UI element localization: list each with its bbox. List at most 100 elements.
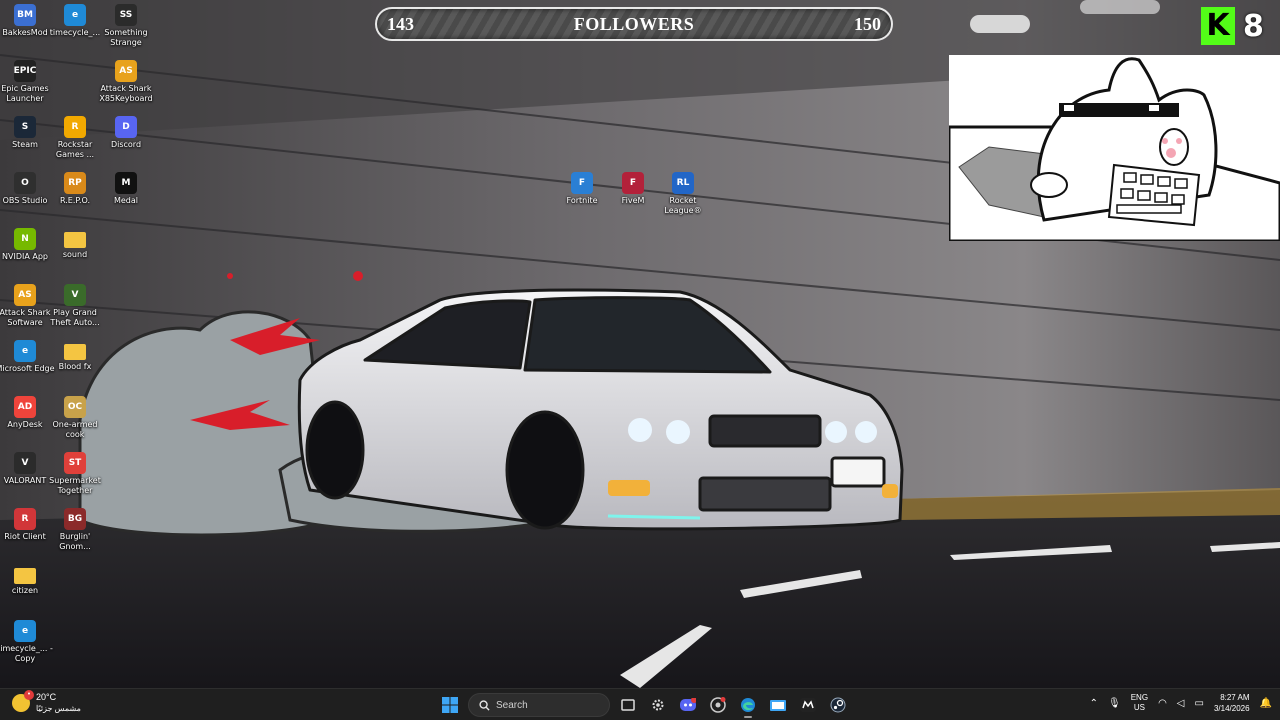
desktop-icon-blood-fx[interactable]: Blood fx <box>50 336 100 390</box>
desktop-icon-timecycle[interactable]: e timecycle_... <box>50 0 100 54</box>
desktop-icon-something-strange[interactable]: SS Something Strange <box>101 0 151 54</box>
medal-icon <box>800 698 816 712</box>
keyboard-region: US <box>1133 703 1145 712</box>
desktop-icon-one-armed-cook[interactable]: OC One-armed cook <box>50 392 100 446</box>
desktop-icon-epic-games-launcher[interactable]: EPIC Epic Games Launcher <box>0 56 50 110</box>
desktop-icon-label: timecycle_... - Copy <box>0 644 53 663</box>
one-armed-cook-icon: OC <box>64 396 86 418</box>
steam-icon <box>830 697 846 713</box>
desktop-icon-label: Burglin' Gnom... <box>59 532 91 551</box>
microsoft-edge-icon: e <box>14 340 36 362</box>
task-view-button[interactable] <box>616 693 640 717</box>
desktop-icon-attack-shark-software[interactable]: AS Attack Shark Software <box>0 280 51 334</box>
desktop-icon-nvidia-app[interactable]: N NVIDIA App <box>0 224 50 278</box>
notification-bell-icon[interactable]: 🔔 <box>1260 698 1272 709</box>
desktop-icon-burglin-gnom[interactable]: BG Burglin' Gnom... <box>50 504 100 558</box>
discord-app-button[interactable] <box>676 693 700 717</box>
desktop-icon-valorant[interactable]: V VALORANT <box>0 448 50 502</box>
desktop-icon-bakkesmod[interactable]: BM BakkesMod <box>0 0 50 54</box>
windows-logo-icon <box>442 697 458 713</box>
settings-app-button[interactable] <box>646 693 670 717</box>
system-tray: ⌃ 🎙 ENG US ◠ ◁ ▭ 8:27 AM 3/14/2026 🔔 <box>1090 692 1272 714</box>
task-view-icon <box>621 699 635 711</box>
burglin-gnom-icon: BG <box>64 508 86 530</box>
chrome-icon <box>710 697 726 713</box>
taskbar-apps: Search <box>438 693 850 718</box>
followers-current: 143 <box>387 13 414 34</box>
desktop-icon-label: One-armed cook <box>52 420 98 439</box>
obs-studio-icon: O <box>14 172 36 194</box>
taskbar-search-box[interactable]: Search <box>468 693 610 717</box>
followers-goal: 150 <box>854 13 881 34</box>
desktop-icon-citizen[interactable]: citizen <box>0 560 50 614</box>
supermarket-together-icon: ST <box>64 452 86 474</box>
desktop-icon-timecycle-copy[interactable]: e timecycle_... - Copy <box>0 616 53 670</box>
desktop-icon-riot-client[interactable]: R Riot Client <box>0 504 50 558</box>
desktop-icon-steam[interactable]: S Steam <box>0 112 50 166</box>
microphone-icon[interactable]: 🎙 <box>1108 698 1121 709</box>
citizen-icon <box>14 568 36 584</box>
desktop-icon-rockstar-games[interactable]: R Rockstar Games ... <box>50 112 100 166</box>
desktop-icon-sound[interactable]: sound <box>50 224 100 278</box>
something-strange-icon: SS <box>115 4 137 26</box>
kick-viewer-widget: K 8 <box>1201 7 1264 45</box>
steam-app-button[interactable] <box>826 693 850 717</box>
volume-icon[interactable]: ◁ <box>1177 698 1185 709</box>
desktop-icon-play-grand-theft-auto[interactable]: V Play Grand Theft Auto... <box>50 280 100 334</box>
epic-games-launcher-icon: EPIC <box>14 60 36 82</box>
riot-client-icon: R <box>14 508 36 530</box>
kick-viewer-count: 8 <box>1243 8 1264 44</box>
file-explorer-button[interactable] <box>766 693 790 717</box>
play-grand-theft-auto-icon: V <box>64 284 86 306</box>
desktop-icon-attack-shark-x85keyboard[interactable]: AS Attack Shark X85Keyboard <box>99 56 153 110</box>
medal-app-button[interactable] <box>796 693 820 717</box>
desktop-icon-label: citizen <box>11 586 39 595</box>
clock[interactable]: 8:27 AM 3/14/2026 <box>1214 692 1250 714</box>
discord-icon <box>680 698 696 711</box>
desktop-icon-label: sound <box>62 250 88 259</box>
weather-sun-icon: • <box>12 690 34 712</box>
bongo-cat-overlay <box>949 55 1280 241</box>
medal-icon: M <box>115 172 137 194</box>
start-button[interactable] <box>438 693 462 717</box>
desktop-icon-supermarket-together[interactable]: ST Supermarket Together <box>49 448 101 502</box>
desktop-icon-fortnite[interactable]: F Fortnite <box>557 168 607 222</box>
desktop-icon-label: Medal <box>113 196 139 205</box>
steam-icon: S <box>14 116 36 138</box>
clock-time: 8:27 AM <box>1220 693 1250 702</box>
desktop-icon-obs-studio[interactable]: O OBS Studio <box>0 168 50 222</box>
rockstar-games-icon: R <box>64 116 86 138</box>
anydesk-icon: AD <box>14 396 36 418</box>
desktop-icon-rocket-league[interactable]: RL Rocket League® <box>658 168 708 222</box>
discord-icon: D <box>115 116 137 138</box>
desktop-icon-microsoft-edge[interactable]: e Microsoft Edge <box>0 336 55 390</box>
chevron-up-icon[interactable]: ⌃ <box>1090 698 1098 709</box>
chrome-app-button[interactable] <box>706 693 730 717</box>
timecycle-icon: e <box>64 4 86 26</box>
sound-icon <box>64 232 86 248</box>
nvidia-app-icon: N <box>14 228 36 250</box>
desktop-icon-medal[interactable]: M Medal <box>101 168 151 222</box>
desktop-icon-label: Something Strange <box>104 28 148 47</box>
followers-label: FOLLOWERS <box>573 13 695 34</box>
desktop-icon-fivem[interactable]: F FiveM <box>608 168 658 222</box>
r-e-p-o-icon: RP <box>64 172 86 194</box>
gear-icon <box>652 699 664 711</box>
valorant-icon: V <box>14 452 36 474</box>
desktop-icon-discord[interactable]: D Discord <box>101 112 151 166</box>
fivem-icon: F <box>622 172 644 194</box>
weather-widget[interactable]: • 20°C مشمس جزئيًا <box>12 690 81 714</box>
battery-icon[interactable]: ▭ <box>1195 698 1204 709</box>
language-code: ENG <box>1130 693 1149 702</box>
desktop-icon-label: Blood fx <box>58 362 92 371</box>
wifi-icon[interactable]: ◠ <box>1158 698 1167 709</box>
language-indicator[interactable]: ENG US <box>1131 693 1148 713</box>
desktop-icon-label: Supermarket Together <box>49 476 101 495</box>
desktop-icon-label: Epic Games Launcher <box>1 84 49 103</box>
clock-date: 3/14/2026 <box>1213 704 1250 713</box>
edge-app-button[interactable] <box>736 693 760 718</box>
desktop-icon-r-e-p-o[interactable]: RP R.E.P.O. <box>50 168 100 222</box>
desktop-icon-anydesk[interactable]: AD AnyDesk <box>0 392 50 446</box>
bakkesmod-icon: BM <box>14 4 36 26</box>
taskbar: • 20°C مشمس جزئيًا Search ⌃ 🎙 ENG US ◠ ◁… <box>0 688 1280 720</box>
